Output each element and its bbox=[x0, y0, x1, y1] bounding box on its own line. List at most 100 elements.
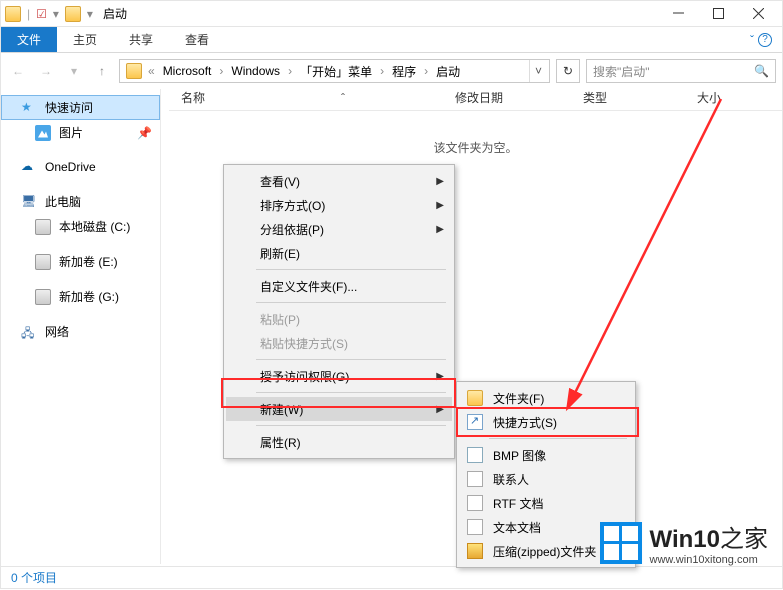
sidebar-label: OneDrive bbox=[45, 160, 96, 174]
pictures-icon bbox=[35, 125, 51, 141]
chevron-right-icon: ▶ bbox=[436, 176, 444, 187]
watermark-brand: Win10 bbox=[650, 526, 720, 553]
bmp-icon bbox=[467, 447, 483, 463]
disk-icon bbox=[35, 254, 51, 270]
sidebar-item-quick-access[interactable]: ★ 快速访问 bbox=[1, 95, 160, 120]
qat-divider: | bbox=[27, 7, 30, 21]
tab-share[interactable]: 共享 bbox=[113, 27, 169, 52]
sidebar-item-onedrive[interactable]: ☁OneDrive bbox=[1, 155, 160, 179]
navigation-pane: ★ 快速访问 图片 📌 ☁OneDrive 🖥此电脑 本地磁盘 (C:) 新加卷 (… bbox=[1, 89, 161, 564]
chevron-right-icon: ▶ bbox=[436, 224, 444, 235]
crumb-windows[interactable]: Windows bbox=[225, 60, 286, 82]
sidebar-label: 新加卷 (E:) bbox=[59, 253, 118, 270]
disk-icon bbox=[35, 219, 51, 235]
back-button[interactable]: ← bbox=[7, 60, 29, 82]
col-modified[interactable]: 修改日期 bbox=[455, 89, 543, 106]
folder-icon bbox=[467, 390, 483, 406]
quick-access-toolbar: | ☑ ▾ ▾ bbox=[5, 6, 93, 22]
mi-new-contact[interactable]: 联系人 bbox=[459, 467, 633, 491]
menu-separator bbox=[256, 359, 446, 360]
mi-new-shortcut[interactable]: 快捷方式(S) bbox=[459, 410, 633, 434]
menu-separator bbox=[489, 438, 627, 439]
rtf-icon bbox=[467, 495, 483, 511]
crumb-startmenu[interactable]: 「开始」菜单 bbox=[294, 60, 378, 82]
qat-check-icon[interactable]: ☑ bbox=[36, 7, 47, 21]
mi-properties[interactable]: 属性(R) bbox=[226, 430, 452, 454]
minimize-button[interactable] bbox=[658, 1, 698, 27]
ribbon-collapse[interactable]: ˇ ? bbox=[740, 27, 782, 52]
address-dropdown-icon[interactable]: ˅ bbox=[529, 60, 547, 82]
watermark-suffix: 之家 bbox=[720, 526, 768, 553]
crumb-programs[interactable]: 程序 bbox=[386, 60, 422, 82]
sidebar-item-disk-c[interactable]: 本地磁盘 (C:) bbox=[1, 214, 160, 239]
close-button[interactable] bbox=[738, 1, 778, 27]
mi-customize[interactable]: 自定义文件夹(F)... bbox=[226, 274, 452, 298]
sidebar-label: 快速访问 bbox=[45, 99, 93, 116]
tab-view[interactable]: 查看 bbox=[169, 27, 225, 52]
sidebar-item-network[interactable]: 🖧 网络 bbox=[1, 319, 160, 344]
address-row: ← → ▾ ↑ « Microsoft› Windows› 「开始」菜单› 程序… bbox=[1, 57, 782, 85]
mi-new-bmp[interactable]: BMP 图像 bbox=[459, 443, 633, 467]
col-type[interactable]: 类型 bbox=[583, 89, 647, 106]
breadcrumb-root-icon[interactable]: « bbox=[146, 64, 157, 78]
crumb-microsoft[interactable]: Microsoft bbox=[157, 60, 218, 82]
empty-folder-text: 该文件夹为空。 bbox=[169, 139, 782, 156]
mi-sort[interactable]: 排序方式(O)▶ bbox=[226, 193, 452, 217]
col-name[interactable]: 名称 bbox=[181, 89, 281, 106]
context-menu: 查看(V)▶ 排序方式(O)▶ 分组依据(P)▶ 刷新(E) 自定义文件夹(F)… bbox=[223, 164, 455, 459]
tab-home[interactable]: 主页 bbox=[57, 27, 113, 52]
col-size[interactable]: 大小 bbox=[697, 89, 761, 106]
sidebar-label: 网络 bbox=[45, 323, 69, 340]
forward-button[interactable]: → bbox=[35, 60, 57, 82]
zip-icon bbox=[467, 543, 483, 559]
menu-separator bbox=[256, 269, 446, 270]
search-placeholder: 搜索"启动" bbox=[593, 63, 650, 80]
mi-group[interactable]: 分组依据(P)▶ bbox=[226, 217, 452, 241]
sidebar-item-disk-g[interactable]: 新加卷 (G:) bbox=[1, 284, 160, 309]
star-icon: ★ bbox=[21, 100, 37, 116]
mi-paste: 粘贴(P) bbox=[226, 307, 452, 331]
crumb-startup[interactable]: 启动 bbox=[430, 60, 466, 82]
watermark: Win10之家 www.win10xitong.com bbox=[600, 519, 768, 566]
qat-overflow2-icon[interactable]: ▾ bbox=[87, 7, 93, 21]
menu-separator bbox=[256, 425, 446, 426]
window-title: 启动 bbox=[103, 5, 127, 22]
search-icon[interactable]: 🔍 bbox=[754, 64, 769, 78]
sidebar-label: 新加卷 (G:) bbox=[59, 288, 119, 305]
pc-icon: 🖥 bbox=[21, 194, 37, 210]
maximize-button[interactable] bbox=[698, 1, 738, 27]
help-icon[interactable]: ? bbox=[758, 33, 772, 47]
menu-separator bbox=[256, 392, 446, 393]
item-count: 0 个项目 bbox=[11, 569, 57, 586]
mi-refresh[interactable]: 刷新(E) bbox=[226, 241, 452, 265]
mi-new[interactable]: 新建(W)▶ bbox=[226, 397, 452, 421]
mi-paste-shortcut: 粘贴快捷方式(S) bbox=[226, 331, 452, 355]
search-input[interactable]: 搜索"启动" 🔍 bbox=[586, 59, 776, 83]
sidebar-item-thispc[interactable]: 🖥此电脑 bbox=[1, 189, 160, 214]
status-bar: 0 个项目 bbox=[1, 566, 782, 588]
disk-icon bbox=[35, 289, 51, 305]
column-headers: 名称 ˆ 修改日期 类型 大小 bbox=[169, 85, 782, 111]
address-bar[interactable]: « Microsoft› Windows› 「开始」菜单› 程序› 启动 ˅ bbox=[119, 59, 550, 83]
recent-dropdown[interactable]: ▾ bbox=[63, 60, 85, 82]
chevron-right-icon: ▶ bbox=[436, 200, 444, 211]
mi-new-rtf[interactable]: RTF 文档 bbox=[459, 491, 633, 515]
contact-icon bbox=[467, 471, 483, 487]
chevron-right-icon: ▶ bbox=[436, 404, 444, 415]
mi-grant-access[interactable]: 授予访问权限(G)▶ bbox=[226, 364, 452, 388]
sidebar-item-pictures[interactable]: 图片 📌 bbox=[1, 120, 160, 145]
up-button[interactable]: ↑ bbox=[91, 60, 113, 82]
app-folder-icon bbox=[5, 6, 21, 22]
qat-overflow-icon[interactable]: ▾ bbox=[53, 7, 59, 21]
network-icon: 🖧 bbox=[21, 324, 37, 340]
mi-view[interactable]: 查看(V)▶ bbox=[226, 169, 452, 193]
sidebar-label: 图片 bbox=[59, 124, 83, 141]
pin-icon: 📌 bbox=[137, 126, 152, 140]
sidebar-label: 本地磁盘 (C:) bbox=[59, 218, 130, 235]
shortcut-icon bbox=[467, 414, 483, 430]
chevron-right-icon: ▶ bbox=[436, 371, 444, 382]
refresh-button[interactable]: ↻ bbox=[556, 59, 580, 83]
sidebar-item-disk-e[interactable]: 新加卷 (E:) bbox=[1, 249, 160, 274]
tab-file[interactable]: 文件 bbox=[1, 27, 57, 52]
mi-new-folder[interactable]: 文件夹(F) bbox=[459, 386, 633, 410]
